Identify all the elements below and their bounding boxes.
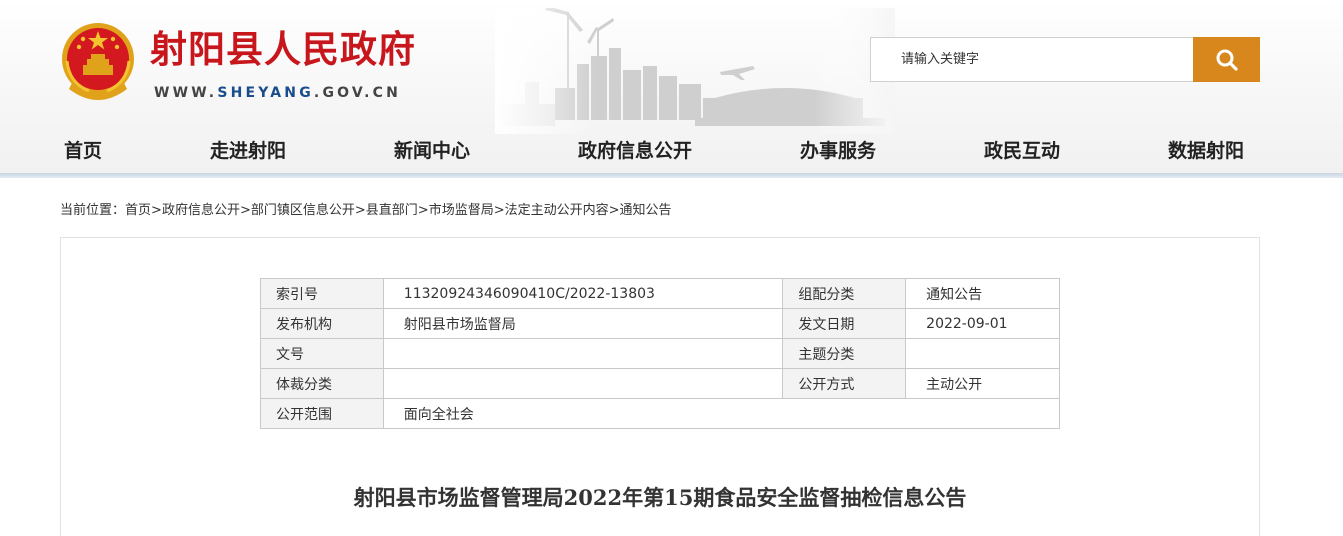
meta-value [905, 338, 1060, 369]
search-button[interactable] [1193, 37, 1260, 82]
breadcrumb-separator: > [493, 203, 505, 218]
nav-item-services[interactable]: 办事服务 [800, 136, 876, 163]
nav-item-interaction[interactable]: 政民互动 [984, 136, 1060, 163]
search-input[interactable] [871, 38, 1193, 81]
meta-value: 主动公开 [905, 368, 1060, 399]
national-emblem-logo[interactable] [59, 21, 137, 103]
table-row: 公开范围 面向全社会 [260, 398, 1061, 429]
meta-label: 发布机构 [260, 308, 384, 339]
breadcrumb-separator: > [151, 203, 162, 218]
breadcrumb-separator: > [239, 203, 251, 218]
site-url: WWW.SHEYANG.GOV.CN [154, 85, 401, 101]
breadcrumb: 当前位置：首页>政府信息公开>部门镇区信息公开>县直部门>市场监督局>法定主动公… [60, 199, 672, 218]
url-domain: SHEYANG [217, 85, 314, 101]
breadcrumb-market-bureau[interactable]: 市场监督局 [429, 203, 494, 218]
search-box [870, 37, 1194, 82]
table-row: 索引号 11320924346090410C/2022-13803 组配分类 通… [260, 278, 1060, 309]
table-row: 发布机构 射阳县市场监督局 发文日期 2022-09-01 [260, 308, 1060, 339]
url-prefix: WWW. [154, 85, 218, 101]
table-row: 文号 主题分类 [260, 338, 1060, 369]
breadcrumb-home[interactable]: 首页 [125, 203, 151, 218]
breadcrumb-dept-info[interactable]: 部门镇区信息公开 [251, 203, 355, 218]
nav-item-gov-info[interactable]: 政府信息公开 [578, 136, 692, 163]
nav-item-about[interactable]: 走进射阳 [210, 136, 286, 163]
meta-label: 文号 [260, 338, 384, 369]
meta-label: 体裁分类 [260, 368, 384, 399]
meta-value: 射阳县市场监督局 [382, 308, 784, 339]
breadcrumb-separator: > [354, 203, 366, 218]
breadcrumb-separator: > [608, 203, 620, 218]
search-icon [1216, 49, 1238, 71]
header-divider [0, 173, 1343, 178]
nav-item-data[interactable]: 数据射阳 [1168, 136, 1244, 163]
meta-label: 组配分类 [782, 278, 907, 309]
site-title[interactable]: 射阳县人民政府 [150, 26, 416, 74]
breadcrumb-statutory-content[interactable]: 法定主动公开内容 [505, 203, 609, 218]
nav-item-home[interactable]: 首页 [64, 136, 102, 163]
meta-value: 11320924346090410C/2022-13803 [382, 278, 784, 309]
document-meta-table: 索引号 11320924346090410C/2022-13803 组配分类 通… [260, 278, 1061, 429]
meta-value [382, 368, 784, 399]
meta-value: 面向全社会 [382, 398, 1061, 429]
breadcrumb-county-depts[interactable]: 县直部门 [366, 203, 418, 218]
meta-value [382, 338, 784, 369]
meta-label: 公开范围 [260, 398, 384, 429]
main-nav: 首页 走进射阳 新闻中心 政府信息公开 办事服务 政民互动 数据射阳 [0, 126, 1343, 172]
city-skyline-illustration [495, 8, 895, 134]
nav-item-news[interactable]: 新闻中心 [394, 136, 470, 163]
table-row: 体裁分类 公开方式 主动公开 [260, 368, 1060, 399]
breadcrumb-gov-info[interactable]: 政府信息公开 [162, 203, 240, 218]
meta-label: 公开方式 [782, 368, 907, 399]
meta-label: 主题分类 [782, 338, 907, 369]
meta-label: 索引号 [260, 278, 384, 309]
meta-value: 通知公告 [905, 278, 1060, 309]
meta-label: 发文日期 [782, 308, 907, 339]
breadcrumb-prefix: 当前位置： [60, 203, 126, 218]
article-title: 射阳县市场监督管理局2022年第15期食品安全监督抽检信息公告 [353, 485, 967, 510]
breadcrumb-separator: > [417, 203, 429, 218]
meta-value: 2022-09-01 [905, 308, 1060, 339]
url-suffix: .GOV.CN [313, 85, 401, 101]
breadcrumb-notices[interactable]: 通知公告 [620, 203, 672, 218]
